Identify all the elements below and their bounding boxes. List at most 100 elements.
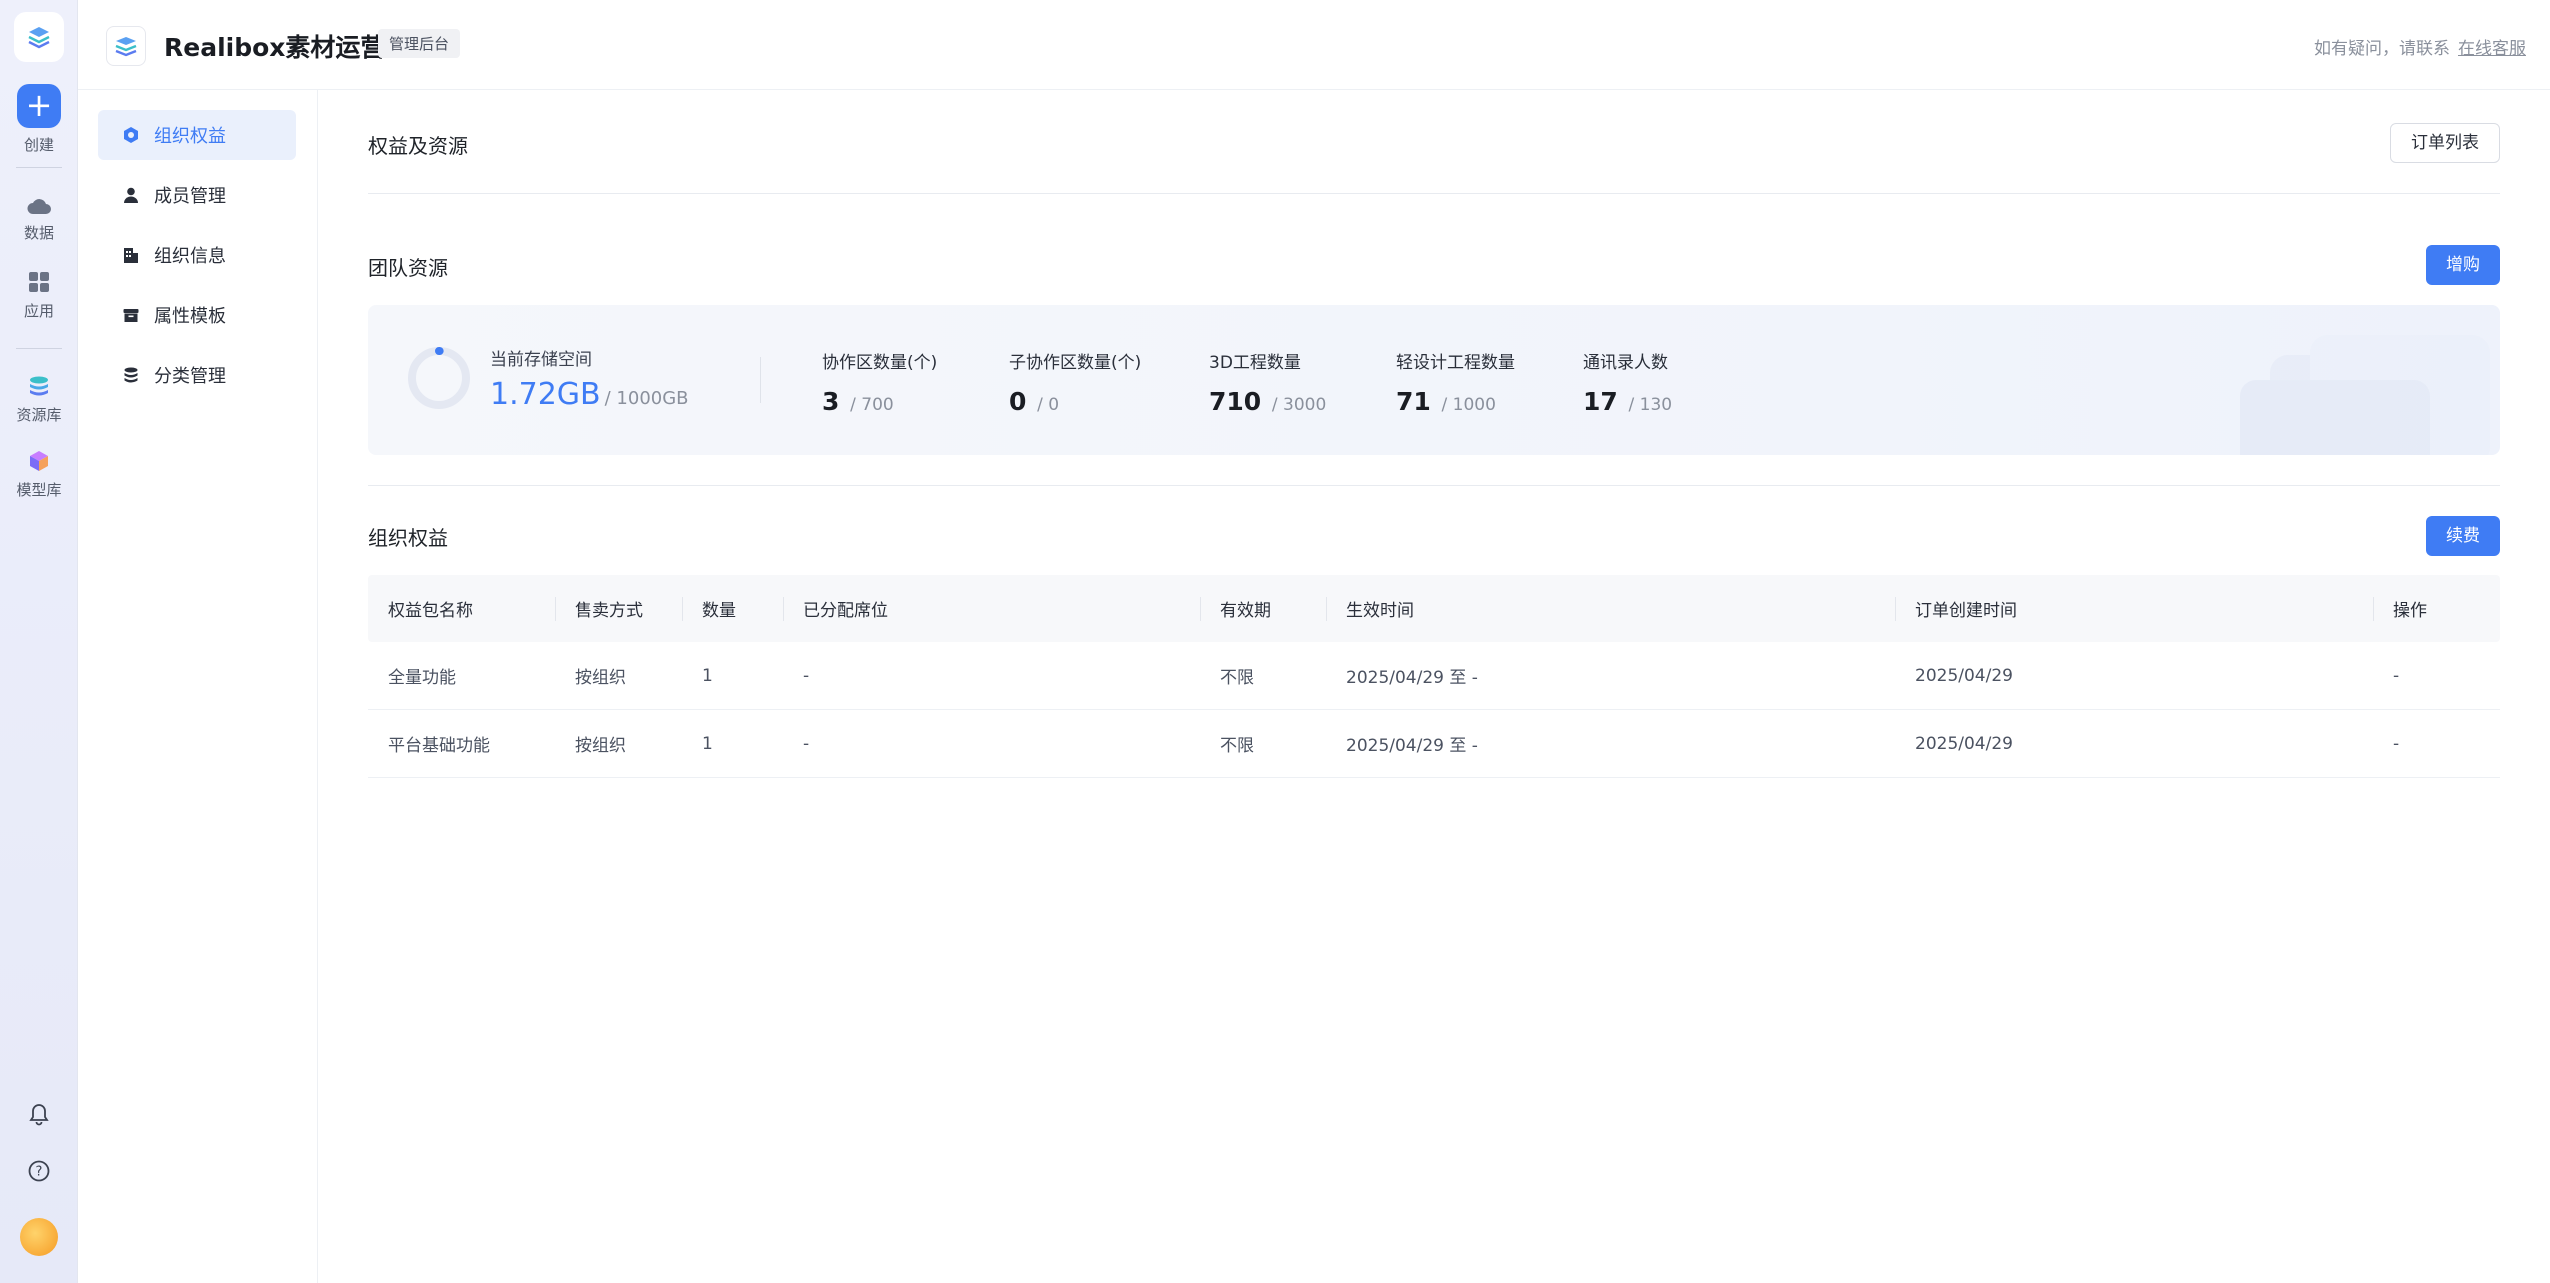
storage-label: 当前存储空间 xyxy=(490,350,592,370)
team-resources-card: 当前存储空间 1.72GB/ 1000GB 协作区数量(个) 3 / 700 子… xyxy=(368,305,2500,455)
cell-validity: 不限 xyxy=(1220,736,1254,756)
plus-icon: + xyxy=(17,84,61,128)
table-header: 权益包名称 售卖方式 数量 已分配席位 有效期 生效时间 订单创建时间 操作 xyxy=(368,575,2500,642)
col-header: 订单创建时间 xyxy=(1895,575,2017,642)
stat-total: / 700 xyxy=(850,395,894,415)
database-icon xyxy=(30,376,48,396)
table-row: 平台基础功能 按组织 1 - 不限 2025/04/29 至 - 2025/04… xyxy=(368,710,2500,778)
renew-button[interactable]: 续费 xyxy=(2426,516,2500,556)
cell-sale-mode: 按组织 xyxy=(575,668,626,688)
col-header: 有效期 xyxy=(1200,575,1271,642)
stat-value: 71 xyxy=(1396,387,1431,416)
subnav-item-attr-templates[interactable]: 属性模板 xyxy=(98,290,296,340)
stat-label: 子协作区数量(个) xyxy=(1009,353,1142,373)
cell-sale-mode: 按组织 xyxy=(575,736,626,756)
top-header: Realibox素材运营 管理后台 如有疑问，请联系 在线客服 xyxy=(78,0,2550,90)
subnav-label: 成员管理 xyxy=(154,186,226,207)
subnav-label: 属性模板 xyxy=(154,306,226,327)
divider xyxy=(368,193,2500,194)
cell-seats: - xyxy=(803,665,810,686)
col-header: 操作 xyxy=(2373,575,2427,642)
admin-tag: 管理后台 xyxy=(378,29,461,58)
rail-create-label: 创建 xyxy=(23,136,54,154)
rail-models-button[interactable]: 模型库 xyxy=(0,449,78,500)
stat-value: 17 xyxy=(1583,387,1618,416)
order-list-button[interactable]: 订单列表 xyxy=(2390,123,2500,163)
cell-validity: 不限 xyxy=(1220,668,1254,688)
stat-label: 协作区数量(个) xyxy=(822,353,938,373)
subnav-item-org-rights[interactable]: 组织权益 xyxy=(98,110,296,160)
storage-used: 1.72GB xyxy=(490,377,601,412)
stat-3d-projects: 3D工程数量 710 / 3000 xyxy=(1209,348,1326,416)
avatar[interactable] xyxy=(20,1218,58,1256)
user-icon xyxy=(122,186,140,204)
app-logo-icon[interactable] xyxy=(14,12,64,62)
divider xyxy=(368,485,2500,486)
rail-divider xyxy=(16,348,62,349)
cell-actions: - xyxy=(2393,733,2400,754)
rail-apps-button[interactable]: 应用 xyxy=(0,270,78,321)
cell-name: 平台基础功能 xyxy=(388,736,490,756)
stack-icon xyxy=(122,366,140,384)
help-text: 如有疑问，请联系 xyxy=(2314,39,2450,59)
stat-label: 3D工程数量 xyxy=(1209,353,1301,373)
notifications-button[interactable] xyxy=(0,1102,78,1132)
stat-value: 3 xyxy=(822,387,840,416)
col-header: 生效时间 xyxy=(1326,575,1414,642)
grid-apps-icon xyxy=(29,272,49,292)
subnav-label: 组织权益 xyxy=(154,126,226,147)
rail-data-label: 数据 xyxy=(23,224,54,242)
table-row: 全量功能 按组织 1 - 不限 2025/04/29 至 - 2025/04/2… xyxy=(368,642,2500,710)
product-logo-icon xyxy=(106,26,146,66)
cell-quantity: 1 xyxy=(702,665,713,686)
stat-sub-workspaces: 子协作区数量(个) 0 / 0 xyxy=(1009,348,1141,416)
stat-value: 0 xyxy=(1009,387,1027,416)
subnav-item-org-info[interactable]: 组织信息 xyxy=(98,230,296,280)
rights-table: 权益包名称 售卖方式 数量 已分配席位 有效期 生效时间 订单创建时间 操作 全… xyxy=(368,575,2500,778)
svg-text:?: ? xyxy=(36,1165,43,1180)
stat-total: / 130 xyxy=(1628,395,1673,415)
help-button[interactable]: ? xyxy=(0,1160,78,1188)
settings-sidebar: 组织权益 成员管理 组织信息 属性模板 分类管理 xyxy=(78,90,318,1283)
stat-label: 轻设计工程数量 xyxy=(1396,353,1515,373)
stat-light-design-projects: 轻设计工程数量 71 / 1000 xyxy=(1396,348,1515,416)
rail-create-button[interactable]: + 创建 xyxy=(0,84,78,155)
stat-total: / 3000 xyxy=(1271,395,1327,415)
rail-resources-button[interactable]: 资源库 xyxy=(0,374,78,425)
cube-icon xyxy=(30,451,48,471)
online-support-link[interactable]: 在线客服 xyxy=(2458,39,2526,59)
cell-effective-time: 2025/04/29 至 - xyxy=(1346,736,1478,756)
cloud-icon xyxy=(27,199,51,214)
cell-name: 全量功能 xyxy=(388,668,456,688)
rail-models-label: 模型库 xyxy=(16,481,62,499)
vertical-divider xyxy=(760,357,761,403)
subnav-item-members[interactable]: 成员管理 xyxy=(98,170,296,220)
question-circle-icon: ? xyxy=(28,1160,50,1182)
subnav-item-categories[interactable]: 分类管理 xyxy=(98,350,296,400)
cell-order-created: 2025/04/29 xyxy=(1915,665,2013,686)
subnav-label: 分类管理 xyxy=(154,366,226,387)
folder-illustration-icon xyxy=(2240,335,2490,455)
bell-icon xyxy=(29,1104,49,1126)
rail-data-button[interactable]: 数据 xyxy=(0,196,78,243)
buy-more-button[interactable]: 增购 xyxy=(2426,245,2500,285)
left-rail: + 创建 数据 应用 资源库 模型库 ? xyxy=(0,0,78,1283)
storage-usage-ring xyxy=(408,347,470,409)
stat-contacts: 通讯录人数 17 / 130 xyxy=(1583,348,1672,416)
section-title-team-resources: 团队资源 xyxy=(368,256,448,280)
badge-icon xyxy=(122,126,140,144)
col-header: 权益包名称 xyxy=(388,601,473,621)
col-header: 数量 xyxy=(682,575,736,642)
cell-actions: - xyxy=(2393,665,2400,686)
stat-label: 通讯录人数 xyxy=(1583,353,1668,373)
col-header: 已分配席位 xyxy=(783,575,888,642)
section-title-rights-resources: 权益及资源 xyxy=(368,134,468,158)
archive-icon xyxy=(122,306,140,324)
main-content: 权益及资源 订单列表 团队资源 增购 当前存储空间 1.72GB/ 1000GB… xyxy=(318,90,2550,1283)
building-icon xyxy=(122,246,140,264)
col-header: 售卖方式 xyxy=(555,575,643,642)
rail-resources-label: 资源库 xyxy=(16,406,62,424)
storage-value: 1.72GB/ 1000GB xyxy=(490,377,689,412)
cell-effective-time: 2025/04/29 至 - xyxy=(1346,668,1478,688)
stat-value: 710 xyxy=(1209,387,1262,416)
